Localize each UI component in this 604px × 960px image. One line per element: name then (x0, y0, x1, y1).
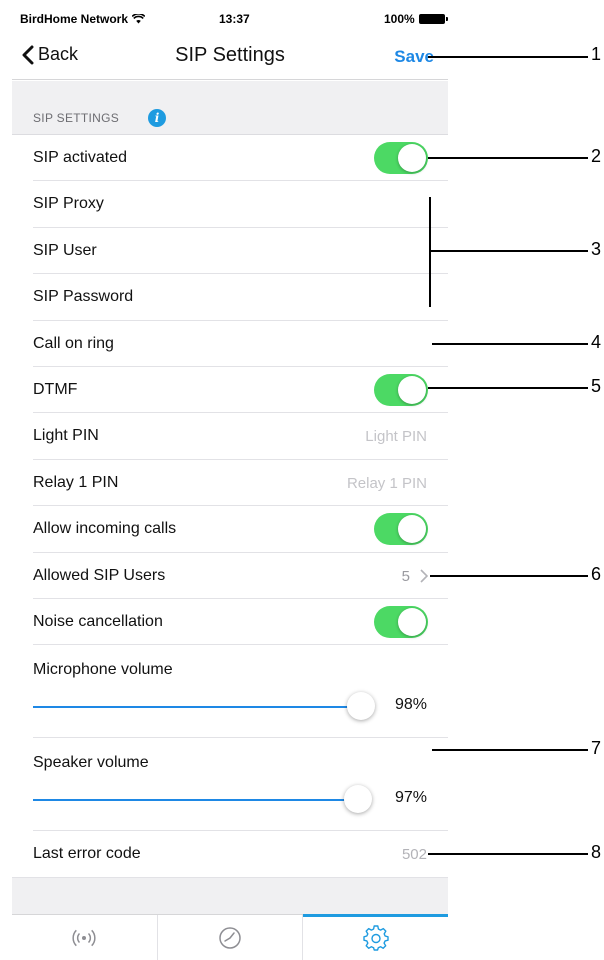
toggle-knob (398, 515, 426, 544)
settings-list: SIP activated SIP Proxy SIP User SIP Pas… (12, 134, 448, 879)
toggle-knob (398, 375, 426, 404)
callout-line-3 (429, 250, 588, 252)
last-error-code-value: 502 (401, 846, 427, 864)
microphone-volume-label: Microphone volume (33, 661, 173, 679)
row-sip-proxy[interactable]: SIP Proxy (12, 181, 448, 229)
light-pin-label: Light PIN (33, 427, 99, 445)
sip-proxy-label: SIP Proxy (33, 195, 104, 213)
callout-number-7: 7 (591, 738, 602, 758)
battery-icon (418, 14, 448, 24)
speaker-volume-value: 97% (394, 789, 427, 807)
sip-activated-label: SIP activated (33, 149, 127, 166)
battery-indicator: 100% (384, 12, 448, 26)
row-sip-password[interactable]: SIP Password (12, 274, 448, 321)
callout-number-8: 8 (591, 842, 602, 862)
row-last-error-code: Last error code 502 (12, 831, 448, 879)
status-time: 13:37 (219, 12, 250, 26)
broadcast-icon (72, 929, 96, 946)
battery-percent: 100% (384, 12, 415, 26)
tab-broadcast[interactable] (12, 915, 158, 960)
page-title: SIP Settings (175, 44, 285, 66)
status-bar: BirdHome Network 13:37 100% (12, 0, 448, 36)
row-allow-incoming-calls: Allow incoming calls (12, 506, 448, 553)
relay1-pin-input[interactable] (227, 474, 427, 492)
tab-clock[interactable] (158, 915, 304, 960)
allowed-sip-users-count: 5 (401, 567, 410, 585)
callout-line-5 (428, 387, 588, 389)
slider-thumb[interactable] (344, 785, 372, 814)
dtmf-label: DTMF (33, 380, 78, 398)
row-noise-cancellation: Noise cancellation (12, 598, 448, 646)
callout-line-2 (428, 157, 588, 159)
section-header: SIP SETTINGS i (12, 81, 448, 134)
tab-settings[interactable] (303, 914, 448, 960)
row-sip-activated: SIP activated (12, 135, 448, 182)
callout-line-1 (428, 56, 588, 58)
callout-number-1: 1 (591, 44, 602, 64)
callout-number-2: 2 (591, 146, 602, 166)
last-error-code-label: Last error code (33, 845, 141, 863)
info-icon[interactable]: i (148, 109, 166, 127)
light-pin-input[interactable] (227, 428, 427, 446)
row-call-on-ring[interactable]: Call on ring (12, 320, 448, 368)
settings-content: SIP SETTINGS i SIP activated SIP Proxy S… (12, 81, 448, 914)
phone-screen: BirdHome Network 13:37 100% Back SIP Set… (12, 0, 448, 960)
slider-fill (33, 706, 347, 709)
row-relay1-pin: Relay 1 PIN (12, 459, 448, 507)
dtmf-toggle[interactable] (374, 373, 428, 406)
callout-line-4 (432, 343, 588, 345)
slider-thumb[interactable] (347, 692, 375, 721)
allow-incoming-toggle[interactable] (374, 513, 428, 546)
callout-number-3: 3 (591, 239, 602, 259)
noise-cancellation-toggle[interactable] (374, 605, 428, 638)
microphone-volume-value: 98% (394, 696, 427, 714)
speaker-volume-slider[interactable] (33, 785, 372, 814)
callout-line-7 (432, 749, 588, 751)
row-speaker-volume: Speaker volume 97% (12, 738, 448, 832)
toggle-knob (398, 144, 426, 172)
wifi-icon (132, 14, 146, 24)
tab-bar (12, 914, 448, 960)
row-dtmf: DTMF (12, 366, 448, 414)
sip-user-label: SIP User (33, 241, 97, 259)
clock-icon (219, 926, 241, 949)
slider-fill (33, 799, 344, 802)
callout-number-5: 5 (591, 376, 602, 396)
navigation-bar: Back SIP Settings Save (12, 36, 448, 80)
chevron-right-icon (420, 568, 428, 583)
row-microphone-volume: Microphone volume 98% (12, 645, 448, 739)
microphone-volume-slider[interactable] (33, 692, 375, 721)
allow-incoming-label: Allow incoming calls (33, 520, 177, 538)
callout-number-6: 6 (591, 564, 602, 584)
callout-line-6 (430, 575, 588, 577)
row-sip-user[interactable]: SIP User (12, 227, 448, 275)
allowed-sip-users-label: Allowed SIP Users (33, 566, 166, 584)
row-light-pin: Light PIN (12, 413, 448, 461)
gear-icon (362, 924, 389, 951)
callout-bracket-3 (429, 197, 431, 307)
noise-cancellation-label: Noise cancellation (33, 612, 163, 630)
sip-password-label: SIP Password (33, 288, 134, 306)
callout-number-4: 4 (591, 332, 602, 352)
carrier-name: BirdHome Network (20, 12, 129, 26)
sip-activated-toggle[interactable] (374, 142, 428, 174)
row-allowed-sip-users[interactable]: Allowed SIP Users 5 (12, 552, 448, 600)
toggle-knob (398, 607, 426, 636)
speaker-volume-label: Speaker volume (33, 754, 149, 772)
section-header-label: SIP SETTINGS (33, 111, 120, 125)
carrier-indicator: BirdHome Network (20, 12, 146, 26)
relay1-pin-label: Relay 1 PIN (33, 473, 119, 491)
call-on-ring-label: Call on ring (33, 334, 114, 352)
callout-line-8 (428, 853, 588, 855)
